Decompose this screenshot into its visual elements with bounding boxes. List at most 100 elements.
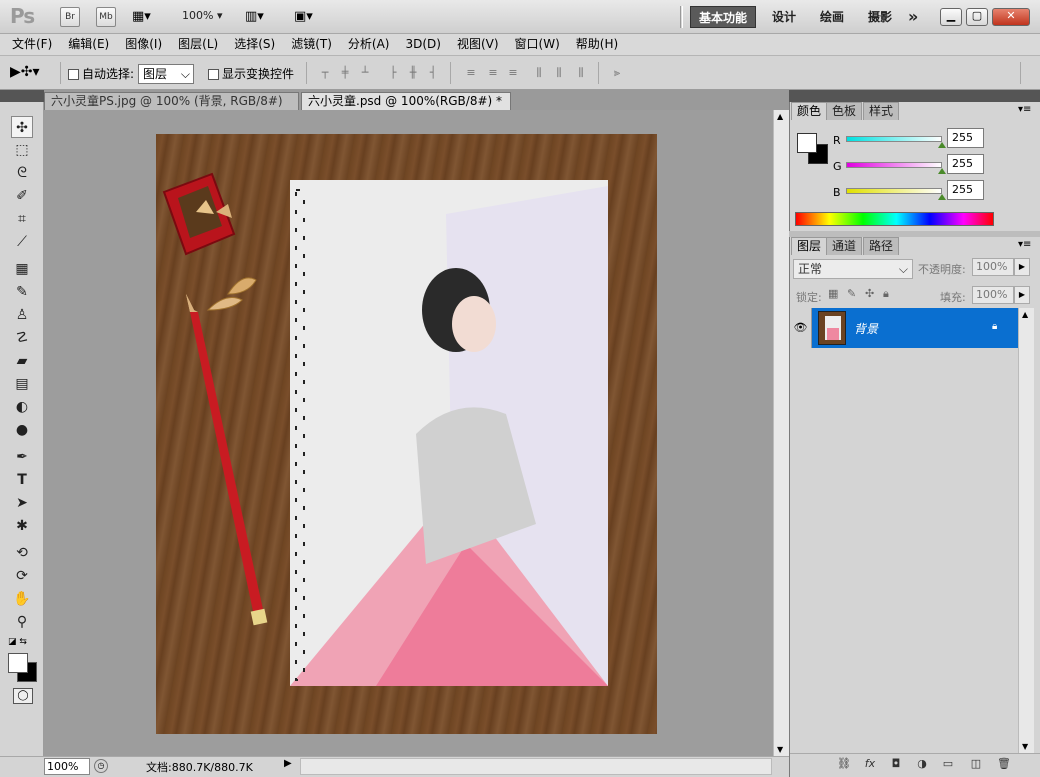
lasso-tool-icon[interactable]: ᘓ bbox=[11, 162, 33, 184]
color-spectrum-bar[interactable] bbox=[795, 212, 994, 226]
tab-document-psd[interactable]: 六小灵童.psd @ 100%(RGB/8#) *✕ bbox=[301, 92, 511, 124]
align-right-icon[interactable]: ┤ bbox=[426, 66, 440, 80]
menu-window[interactable]: 窗口(W) bbox=[509, 34, 566, 54]
quick-select-tool-icon[interactable]: ✐ bbox=[11, 185, 33, 207]
new-group-icon[interactable]: ▭ bbox=[940, 756, 956, 772]
document-image[interactable] bbox=[156, 134, 657, 734]
auto-select-checkbox[interactable]: 自动选择: bbox=[68, 65, 134, 82]
crop-tool-icon[interactable]: ⌗ bbox=[11, 208, 33, 230]
green-slider-thumb[interactable] bbox=[938, 168, 946, 174]
quick-mask-icon[interactable]: ◯ bbox=[13, 688, 33, 704]
layer-style-icon[interactable]: fx bbox=[862, 756, 878, 772]
fill-arrow-icon[interactable]: ▶ bbox=[1014, 286, 1030, 304]
layer-name[interactable]: 背景 bbox=[854, 320, 878, 337]
tab-document-jpg[interactable]: 六小灵童PS.jpg @ 100% (背景, RGB/8#) *✕ bbox=[44, 92, 299, 125]
adjustment-layer-icon[interactable]: ◑ bbox=[914, 756, 930, 772]
hand-tool-icon[interactable]: ✋ bbox=[11, 588, 33, 610]
align-hcenter-icon[interactable]: ╫ bbox=[406, 66, 420, 80]
tab-paths[interactable]: 路径 bbox=[863, 237, 900, 255]
tab-layers[interactable]: 图层 bbox=[791, 237, 828, 255]
opacity-arrow-icon[interactable]: ▶ bbox=[1014, 258, 1030, 276]
bridge-button[interactable]: Br bbox=[60, 7, 80, 27]
menu-3d[interactable]: 3D(D) bbox=[399, 34, 446, 54]
green-slider[interactable] bbox=[846, 162, 942, 168]
checkbox-box[interactable] bbox=[68, 69, 79, 80]
panel-dock-header[interactable] bbox=[789, 90, 1040, 102]
workspace-photography[interactable]: 摄影 bbox=[860, 6, 900, 28]
visibility-eye-icon[interactable]: 👁︎ bbox=[790, 308, 812, 348]
tools-panel-header[interactable] bbox=[0, 90, 44, 102]
history-brush-tool-icon[interactable]: ☡ bbox=[11, 327, 33, 349]
link-layers-icon[interactable]: ⛓ bbox=[836, 756, 852, 772]
menu-file[interactable]: 文件(F) bbox=[6, 34, 58, 54]
more-workspaces-button[interactable]: » bbox=[900, 6, 926, 28]
extras-dropdown-icon[interactable]: ▦▾ bbox=[132, 9, 151, 24]
menu-filter[interactable]: 滤镜(T) bbox=[285, 34, 338, 54]
menu-edit[interactable]: 编辑(E) bbox=[62, 34, 115, 54]
foreground-color-swatch[interactable] bbox=[797, 133, 817, 153]
move-tool-icon[interactable]: ✣ bbox=[11, 116, 33, 138]
path-selection-tool-icon[interactable]: ➤ bbox=[11, 492, 33, 514]
blue-slider-thumb[interactable] bbox=[938, 194, 946, 200]
menu-analysis[interactable]: 分析(A) bbox=[342, 34, 396, 54]
layers-list-empty-area[interactable] bbox=[790, 348, 1018, 753]
auto-align-icon[interactable]: ⫸ bbox=[610, 66, 624, 80]
align-top-icon[interactable]: ┬ bbox=[318, 66, 332, 80]
distribute-hcenter-icon[interactable]: ⫼ bbox=[552, 66, 566, 80]
workspace-design[interactable]: 设计 bbox=[764, 6, 804, 28]
minibridge-button[interactable]: Mb bbox=[96, 7, 116, 27]
align-left-icon[interactable]: ├ bbox=[386, 66, 400, 80]
zoom-dropdown[interactable]: 100% ▾ bbox=[182, 9, 222, 22]
add-mask-icon[interactable]: ◘ bbox=[888, 756, 904, 772]
green-value-field[interactable]: 255 bbox=[947, 154, 984, 174]
distribute-left-icon[interactable]: ⫼ bbox=[532, 66, 546, 80]
blue-slider[interactable] bbox=[846, 188, 942, 194]
arrange-documents-icon[interactable]: ▥▾ bbox=[245, 9, 264, 24]
brush-tool-icon[interactable]: ✎ bbox=[11, 281, 33, 303]
minimize-button[interactable]: ▁ bbox=[940, 8, 962, 26]
eyedropper-tool-icon[interactable]: ⟋ bbox=[11, 231, 33, 253]
red-value-field[interactable]: 255 bbox=[947, 128, 984, 148]
status-menu-arrow-icon[interactable]: ▶ bbox=[284, 758, 292, 769]
tab-channels[interactable]: 通道 bbox=[826, 237, 863, 255]
tab-color[interactable]: 颜色 bbox=[791, 102, 828, 120]
red-slider-thumb[interactable] bbox=[938, 142, 946, 148]
maximize-button[interactable]: ▢ bbox=[966, 8, 988, 26]
lock-transparent-icon[interactable]: ▦ bbox=[828, 287, 838, 300]
vertical-scrollbar[interactable]: ▲ ▼ bbox=[773, 110, 789, 756]
menu-view[interactable]: 视图(V) bbox=[451, 34, 505, 54]
panel-menu-icon[interactable]: ▾≡ bbox=[1018, 104, 1031, 115]
screen-mode-icon[interactable]: ▣▾ bbox=[294, 9, 313, 24]
lock-position-icon[interactable]: ✣ bbox=[865, 287, 874, 300]
marquee-tool-icon[interactable]: ⬚ bbox=[11, 139, 33, 161]
shape-tool-icon[interactable]: ✱ bbox=[11, 515, 33, 537]
zoom-level-field[interactable]: 100% bbox=[44, 758, 90, 775]
clone-stamp-tool-icon[interactable]: ♙ bbox=[11, 304, 33, 326]
checkbox-box[interactable] bbox=[208, 69, 219, 80]
horizontal-scrollbar[interactable] bbox=[300, 758, 772, 775]
scroll-up-icon[interactable]: ▲ bbox=[777, 112, 783, 121]
blue-value-field[interactable]: 255 bbox=[947, 180, 984, 200]
healing-brush-tool-icon[interactable]: ▦ bbox=[11, 258, 33, 280]
blend-mode-dropdown[interactable]: 正常 ⌵ bbox=[793, 259, 913, 279]
pen-tool-icon[interactable]: ✒ bbox=[11, 446, 33, 468]
scroll-down-icon[interactable]: ▼ bbox=[777, 745, 783, 754]
layers-scrollbar[interactable]: ▲ ▼ bbox=[1018, 308, 1034, 753]
show-transform-checkbox[interactable]: 显示变换控件 bbox=[208, 65, 294, 82]
tab-styles[interactable]: 样式 bbox=[863, 102, 900, 120]
scroll-down-icon[interactable]: ▼ bbox=[1022, 742, 1028, 751]
3d-rotate-tool-icon[interactable]: ⟲ bbox=[11, 542, 33, 564]
fill-field[interactable]: 100% bbox=[972, 286, 1014, 304]
workspace-basic[interactable]: 基本功能 bbox=[690, 6, 757, 28]
default-colors-icon[interactable]: ◪ ⇆ bbox=[8, 637, 27, 647]
dodge-tool-icon[interactable]: ● bbox=[11, 419, 33, 441]
distribute-bottom-icon[interactable]: ≡ bbox=[506, 66, 520, 80]
foreground-color-swatch[interactable] bbox=[8, 653, 28, 673]
delete-layer-icon[interactable]: 🗑︎ bbox=[996, 756, 1012, 772]
move-tool-preset-icon[interactable]: ▶✣▾ bbox=[10, 64, 40, 80]
type-tool-icon[interactable]: T bbox=[11, 469, 33, 491]
scroll-up-icon[interactable]: ▲ bbox=[1022, 310, 1028, 319]
menu-select[interactable]: 选择(S) bbox=[228, 34, 281, 54]
blur-tool-icon[interactable]: ◐ bbox=[11, 396, 33, 418]
menu-layer[interactable]: 图层(L) bbox=[172, 34, 224, 54]
